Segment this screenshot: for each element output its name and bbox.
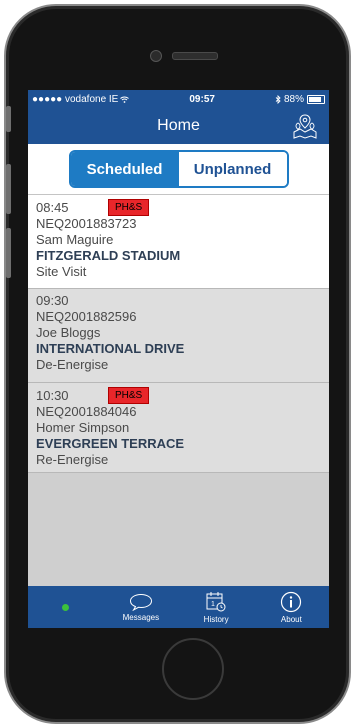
job-reference: NEQ2001884046 xyxy=(36,404,137,419)
map-location-icon[interactable] xyxy=(291,112,319,140)
calendar-history-icon: 1 xyxy=(206,591,226,611)
job-list-item[interactable]: 09:30 NEQ2001882596 Joe Bloggs INTERNATI… xyxy=(28,289,329,383)
mute-switch xyxy=(6,106,11,132)
status-bar: ●●●●● vodafone IE 09:57 88% xyxy=(28,90,329,108)
battery-percent: 88% xyxy=(283,93,304,105)
job-time: 08:45 xyxy=(36,199,69,215)
tab-scheduled[interactable]: Scheduled xyxy=(70,152,179,186)
bluetooth-icon xyxy=(275,94,281,104)
job-time: 09:30 xyxy=(36,293,69,308)
online-status-dot xyxy=(62,603,70,611)
tab-status[interactable] xyxy=(28,586,103,628)
wifi-icon xyxy=(120,96,130,103)
carrier-label: ●●●●● vodafone IE xyxy=(32,93,119,105)
home-button[interactable] xyxy=(162,638,224,700)
job-reference: NEQ2001883723 xyxy=(36,216,137,231)
phs-badge: PH&S xyxy=(108,387,150,404)
job-location: INTERNATIONAL DRIVE xyxy=(36,341,185,356)
job-type: Re-Energise xyxy=(36,452,109,467)
schedule-segmented-control: Scheduled Unplanned xyxy=(68,150,289,188)
tab-messages[interactable]: Messages xyxy=(103,586,178,628)
volume-down-button xyxy=(6,228,11,278)
job-list-item[interactable]: 08:45 PH&S NEQ2001883723 Sam Maguire FIT… xyxy=(28,195,329,289)
page-title: Home xyxy=(157,117,200,134)
customer-name: Homer Simpson xyxy=(36,420,130,435)
front-camera xyxy=(150,50,162,62)
speech-bubble-icon xyxy=(129,593,152,611)
tab-about-label: About xyxy=(280,614,302,624)
carrier-info: ●●●●● vodafone IE xyxy=(32,93,130,105)
tab-messages-label: Messages xyxy=(122,612,160,622)
tab-about[interactable]: About xyxy=(254,586,329,628)
phs-badge: PH&S xyxy=(108,199,150,216)
tab-history-label: History xyxy=(203,614,229,624)
volume-up-button xyxy=(6,164,11,214)
job-type: Site Visit xyxy=(36,264,87,279)
job-list: 08:45 PH&S NEQ2001883723 Sam Maguire FIT… xyxy=(28,195,329,473)
earpiece-speaker xyxy=(172,52,218,60)
clock: 09:57 xyxy=(189,93,215,105)
tab-history[interactable]: 1 History xyxy=(179,586,254,628)
status-right: 88% xyxy=(275,94,325,105)
tab-unplanned[interactable]: Unplanned xyxy=(178,152,287,186)
job-list-item[interactable]: 10:30 PH&S NEQ2001884046 Homer Simpson E… xyxy=(28,383,329,473)
job-location: FITZGERALD STADIUM xyxy=(36,248,181,263)
bottom-tab-bar: Messages 1 History About xyxy=(28,586,329,628)
customer-name: Sam Maguire xyxy=(36,232,114,247)
customer-name: Joe Bloggs xyxy=(36,325,101,340)
job-reference: NEQ2001882596 xyxy=(36,309,137,324)
svg-text:1: 1 xyxy=(211,601,215,608)
info-icon xyxy=(281,591,302,612)
segment-container: Scheduled Unplanned xyxy=(28,144,329,195)
nav-bar: Home xyxy=(28,108,329,144)
job-location: EVERGREEN TERRACE xyxy=(36,436,185,451)
job-type: De-Energise xyxy=(36,357,109,372)
app-screen: ●●●●● vodafone IE 09:57 88% Home Schedul… xyxy=(28,90,329,628)
battery-icon xyxy=(306,94,325,104)
job-time: 10:30 xyxy=(36,387,69,403)
